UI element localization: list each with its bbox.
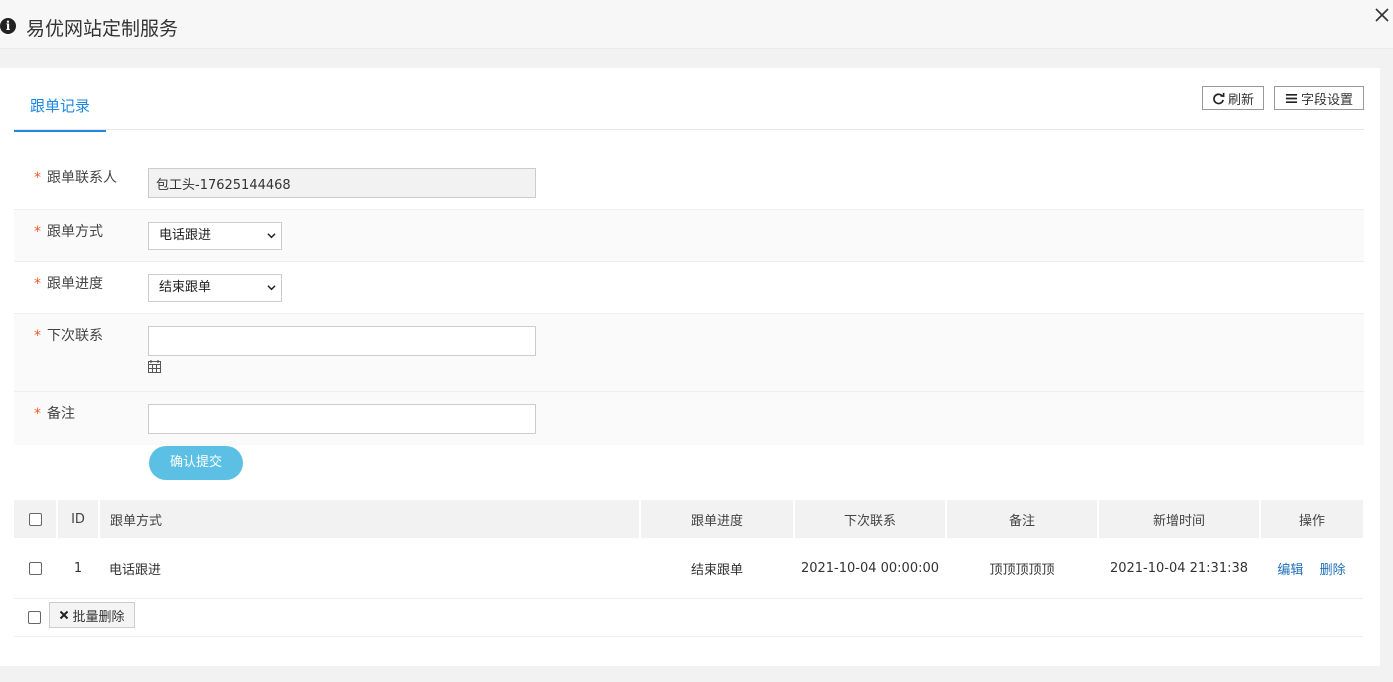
chevron-down-icon bbox=[267, 285, 276, 291]
next-contact-field[interactable] bbox=[148, 326, 536, 356]
row-created: 2021-10-04 21:31:38 bbox=[1098, 538, 1260, 599]
form-row-remark: * 备注 bbox=[14, 392, 1364, 445]
select-all-cell bbox=[14, 500, 58, 538]
col-created: 新增时间 bbox=[1098, 500, 1261, 538]
table-row: 1 电话跟进 结束跟单 2021-10-04 00:00:00 顶顶顶顶顶 20… bbox=[14, 538, 1363, 599]
records-table: ID 跟单方式 跟单进度 下次联系 备注 新增时间 操作 1 电话跟进 结束跟单… bbox=[14, 500, 1363, 599]
remark-field[interactable] bbox=[148, 404, 536, 434]
form-row-contact: * 跟单联系人 bbox=[14, 156, 1364, 210]
form-row-progress: * 跟单进度 结束跟单 bbox=[14, 262, 1364, 314]
row-actions: 编辑 删除 bbox=[1260, 538, 1363, 599]
close-icon[interactable] bbox=[1373, 6, 1391, 24]
method-label: * 跟单方式 bbox=[34, 224, 103, 240]
row-select-cell bbox=[14, 538, 57, 599]
main-panel: 跟单记录 刷新 字段设置 *跟单联系人 *跟单方式 电话跟进 bbox=[0, 68, 1380, 666]
contact-field[interactable] bbox=[148, 168, 536, 198]
progress-select[interactable]: 结束跟单 bbox=[148, 274, 282, 302]
dialog-title: 易优网站定制服务 bbox=[26, 18, 179, 40]
list-icon bbox=[1285, 93, 1298, 103]
remark-label: * 备注 bbox=[34, 406, 75, 422]
row-remark: 顶顶顶顶顶 bbox=[946, 538, 1098, 599]
col-remark: 备注 bbox=[946, 500, 1099, 538]
col-progress: 跟单进度 bbox=[640, 500, 795, 538]
method-select[interactable]: 电话跟进 bbox=[148, 222, 282, 250]
form-row-next-contact: * 下次联系 bbox=[14, 314, 1364, 392]
batch-delete-button[interactable]: 批量删除 bbox=[49, 602, 135, 628]
progress-label: * 跟单进度 bbox=[34, 276, 103, 292]
table-header-row: ID 跟单方式 跟单进度 下次联系 备注 新增时间 操作 bbox=[14, 500, 1363, 538]
col-method: 跟单方式 bbox=[99, 500, 641, 538]
field-settings-label: 字段设置 bbox=[1300, 92, 1353, 108]
dialog-titlebar: i 易优网站定制服务 bbox=[0, 0, 1393, 49]
batch-delete-label: 批量删除 bbox=[72, 609, 125, 625]
refresh-icon bbox=[1213, 92, 1225, 104]
field-settings-button[interactable]: 字段设置 bbox=[1274, 86, 1364, 110]
row-progress: 结束跟单 bbox=[640, 538, 794, 599]
contact-label: * 跟单联系人 bbox=[34, 170, 117, 186]
form-row-method: * 跟单方式 电话跟进 bbox=[14, 210, 1364, 262]
row-checkbox[interactable] bbox=[29, 561, 42, 575]
times-icon bbox=[60, 610, 69, 620]
batch-select-checkbox[interactable] bbox=[28, 611, 41, 624]
refresh-label: 刷新 bbox=[1227, 92, 1254, 108]
edit-link[interactable]: 编辑 bbox=[1277, 563, 1303, 578]
next-contact-label: * 下次联系 bbox=[34, 328, 103, 344]
batch-actions-row: 批量删除 bbox=[14, 596, 1363, 637]
required-mark: * bbox=[34, 170, 41, 186]
calendar-icon[interactable] bbox=[148, 360, 161, 373]
col-actions: 操作 bbox=[1260, 500, 1363, 538]
tab-divider bbox=[14, 129, 1364, 130]
row-method: 电话跟进 bbox=[99, 538, 640, 599]
col-id: ID bbox=[57, 500, 100, 538]
refresh-button[interactable]: 刷新 bbox=[1202, 86, 1264, 110]
col-next-contact: 下次联系 bbox=[794, 500, 947, 538]
info-icon: i bbox=[0, 18, 16, 34]
chevron-down-icon bbox=[267, 233, 276, 239]
delete-link[interactable]: 删除 bbox=[1320, 563, 1346, 578]
scrollbar-track[interactable] bbox=[1380, 68, 1393, 666]
select-all-checkbox[interactable] bbox=[28, 512, 42, 526]
tab-follow-records[interactable]: 跟单记录 bbox=[14, 92, 106, 132]
progress-selected-value: 结束跟单 bbox=[159, 280, 212, 295]
submit-button[interactable]: 确认提交 bbox=[149, 446, 243, 480]
row-next-contact: 2021-10-04 00:00:00 bbox=[794, 538, 946, 599]
method-selected-value: 电话跟进 bbox=[159, 228, 212, 243]
row-id: 1 bbox=[57, 538, 99, 599]
